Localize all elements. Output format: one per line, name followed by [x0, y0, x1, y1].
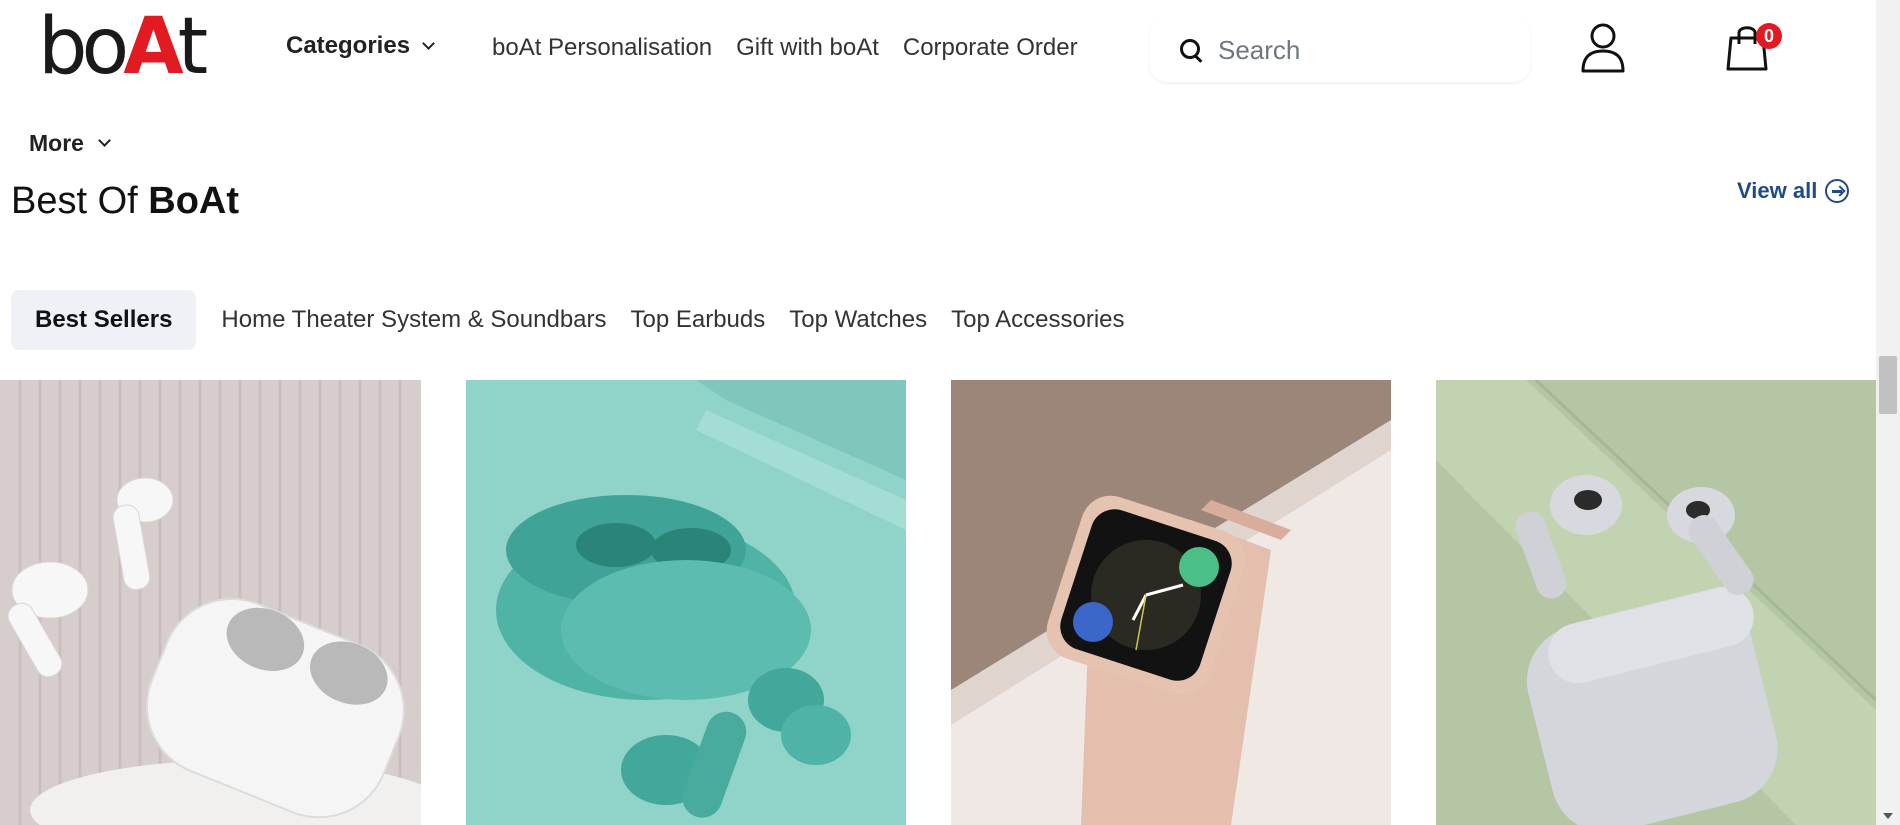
boat-logo[interactable]: boAt [38, 8, 208, 86]
tab-home-theater[interactable]: Home Theater System & Soundbars [209, 290, 618, 350]
section-title-prefix: Best Of [11, 180, 138, 222]
page-scrollbar[interactable] [1876, 0, 1900, 825]
product-image-white-earbuds [0, 380, 421, 825]
categories-menu[interactable]: Categories [286, 32, 435, 60]
tab-top-accessories[interactable]: Top Accessories [939, 290, 1136, 350]
more-menu[interactable]: More [29, 130, 111, 157]
scroll-down-arrow-icon[interactable] [1883, 813, 1893, 819]
category-tabs: Best Sellers Home Theater System & Sound… [11, 290, 1137, 350]
categories-label: Categories [286, 32, 411, 59]
more-label: More [29, 130, 84, 156]
search-icon[interactable] [1178, 37, 1204, 63]
product-card[interactable] [951, 380, 1391, 825]
chevron-down-icon [98, 134, 111, 147]
product-image-grey-earbuds [1436, 380, 1876, 825]
view-all-link[interactable]: View all [1737, 178, 1850, 204]
main-nav: boAt Personalisation Gift with boAt Corp… [492, 34, 1078, 62]
scrollbar-thumb[interactable] [1879, 356, 1897, 414]
section-title: Best Of BoAt [11, 180, 239, 223]
cart-count-badge: 0 [1756, 23, 1782, 49]
site-header: boAt Categories boAt Personalisation Gif… [0, 0, 1876, 100]
tab-top-watches[interactable]: Top Watches [777, 290, 939, 350]
product-card[interactable] [0, 380, 421, 825]
tab-top-earbuds[interactable]: Top Earbuds [619, 290, 778, 350]
nav-link-personalisation[interactable]: boAt Personalisation [492, 34, 712, 62]
section-title-bold: BoAt [148, 180, 240, 222]
view-all-label: View all [1737, 178, 1818, 203]
product-card[interactable] [1436, 380, 1876, 825]
search-bar [1150, 18, 1530, 82]
search-input[interactable] [1218, 34, 1518, 66]
chevron-down-icon [422, 36, 435, 50]
arrow-right-circle-icon [1825, 179, 1850, 203]
tab-best-sellers[interactable]: Best Sellers [11, 290, 197, 350]
user-account-icon[interactable] [1580, 22, 1626, 74]
product-card[interactable] [466, 380, 906, 825]
nav-link-gift[interactable]: Gift with boAt [736, 34, 879, 62]
product-image-pink-smartwatch [951, 380, 1391, 825]
nav-link-corporate-order[interactable]: Corporate Order [903, 34, 1078, 62]
product-image-teal-earbuds [466, 380, 906, 825]
